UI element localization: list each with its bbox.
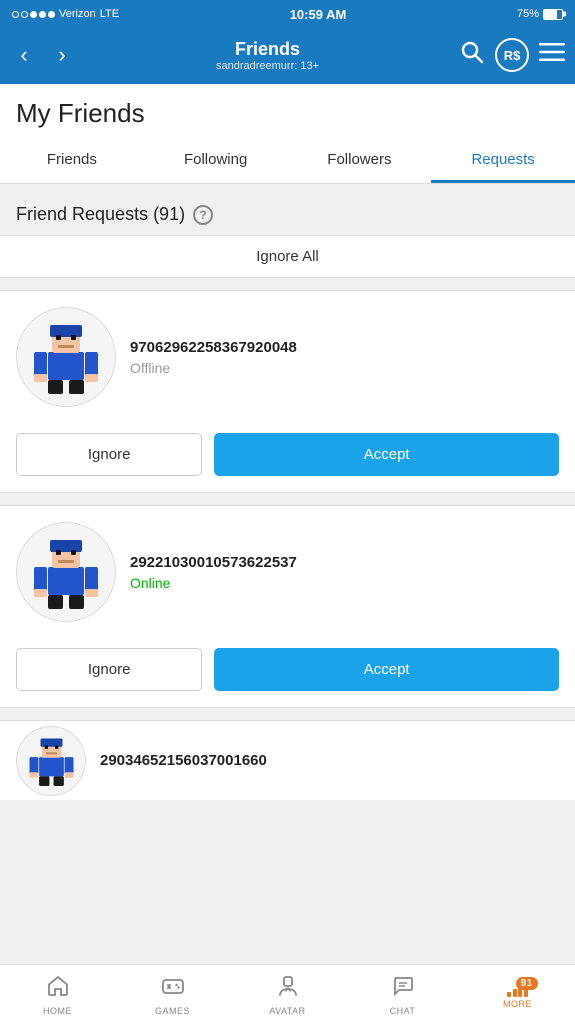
nav-avatar-label: AVATAR (269, 1006, 305, 1016)
username-2: 29221030010573622537 (130, 554, 559, 571)
status-1: Offline (130, 360, 559, 376)
battery-area: 75% (517, 8, 563, 20)
dot-3 (30, 11, 37, 18)
games-icon (161, 974, 185, 1004)
section-header-text: Friend Requests (91) (16, 204, 185, 225)
dot-4 (39, 11, 46, 18)
page-title-area: My Friends (0, 84, 575, 139)
ignore-all-container: Ignore All (0, 235, 575, 278)
request-actions-2: Ignore Accept (0, 638, 575, 707)
avatar-1 (16, 307, 116, 407)
nav-home[interactable]: HOME (0, 965, 115, 1024)
nav-avatar[interactable]: AVATAR (230, 965, 345, 1024)
header-title-area: Friends sandradreemurr: 13+ (216, 39, 319, 72)
user-details-partial: 29034652156037001660 (100, 752, 559, 769)
battery-icon (543, 9, 563, 20)
dot-1 (12, 11, 19, 18)
time-display: 10:59 AM (290, 7, 347, 22)
tab-followers[interactable]: Followers (288, 139, 432, 183)
request-info-1: 97062962258367920048 Offline (0, 291, 575, 423)
tabs-bar: Friends Following Followers Requests (0, 139, 575, 184)
request-actions-1: Ignore Accept (0, 423, 575, 492)
avatar-icon (276, 974, 300, 1004)
bottom-nav: HOME GAMES AVATAR (0, 964, 575, 1024)
network-label: LTE (100, 8, 119, 20)
content-area: Friend Requests (91) ? Ignore All (0, 184, 575, 814)
battery-pct: 75% (517, 8, 539, 20)
signal-area: Verizon LTE (12, 8, 119, 20)
more-icon: 91 (507, 981, 528, 997)
status-2: Online (130, 575, 559, 591)
tab-following[interactable]: Following (144, 139, 288, 183)
tab-friends[interactable]: Friends (0, 139, 144, 183)
more-badge: 91 (516, 977, 538, 990)
nav-games[interactable]: GAMES (115, 965, 230, 1024)
header-title: Friends (216, 39, 319, 60)
avatar-svg-2 (26, 532, 106, 612)
nav-more[interactable]: 91 MORE (460, 965, 575, 1024)
avatar-svg-1 (26, 317, 106, 397)
avatar-2 (16, 522, 116, 622)
nav-chat-label: CHAT (390, 1006, 416, 1016)
avatar-partial (16, 726, 86, 796)
robux-icon[interactable]: R$ (495, 38, 529, 72)
page-title: My Friends (16, 98, 559, 129)
ignore-button-1[interactable]: Ignore (16, 433, 202, 476)
dot-2 (21, 11, 28, 18)
search-icon[interactable] (459, 39, 485, 71)
username-partial: 29034652156037001660 (100, 752, 559, 769)
carrier-label: Verizon (59, 8, 96, 20)
tab-requests[interactable]: Requests (431, 139, 575, 183)
nav-chat[interactable]: CHAT (345, 965, 460, 1024)
accept-button-2[interactable]: Accept (214, 648, 559, 691)
header-subtitle: sandradreemurr: 13+ (216, 60, 319, 72)
nav-more-label: MORE (503, 999, 532, 1009)
ignore-all-button[interactable]: Ignore All (0, 236, 575, 277)
signal-dots (12, 11, 55, 18)
forward-button[interactable]: › (48, 42, 76, 68)
nav-games-label: GAMES (155, 1006, 190, 1016)
help-icon[interactable]: ? (193, 205, 213, 225)
request-card-partial: 29034652156037001660 (0, 720, 575, 800)
header-icons: R$ (459, 38, 565, 72)
username-1: 97062962258367920048 (130, 339, 559, 356)
section-header: Friend Requests (91) ? (0, 198, 575, 235)
avatar-svg-partial (24, 733, 79, 788)
home-icon (46, 974, 70, 1004)
request-card-2: 29221030010573622537 Online Ignore Accep… (0, 505, 575, 708)
user-details-1: 97062962258367920048 Offline (130, 339, 559, 376)
nav-home-label: HOME (43, 1006, 72, 1016)
bar-1 (507, 992, 511, 997)
user-details-2: 29221030010573622537 Online (130, 554, 559, 591)
request-info-2: 29221030010573622537 Online (0, 506, 575, 638)
back-button[interactable]: ‹ (10, 42, 38, 68)
bar-2 (513, 989, 517, 997)
chat-icon (391, 974, 415, 1004)
ignore-button-2[interactable]: Ignore (16, 648, 202, 691)
status-bar: Verizon LTE 10:59 AM 75% (0, 0, 575, 28)
app-header: ‹ › Friends sandradreemurr: 13+ R$ (0, 28, 575, 84)
dot-5 (48, 11, 55, 18)
nav-arrows: ‹ › (10, 42, 76, 68)
accept-button-1[interactable]: Accept (214, 433, 559, 476)
battery-fill (544, 10, 558, 19)
request-card-1: 97062962258367920048 Offline Ignore Acce… (0, 290, 575, 493)
menu-icon[interactable] (539, 39, 565, 71)
